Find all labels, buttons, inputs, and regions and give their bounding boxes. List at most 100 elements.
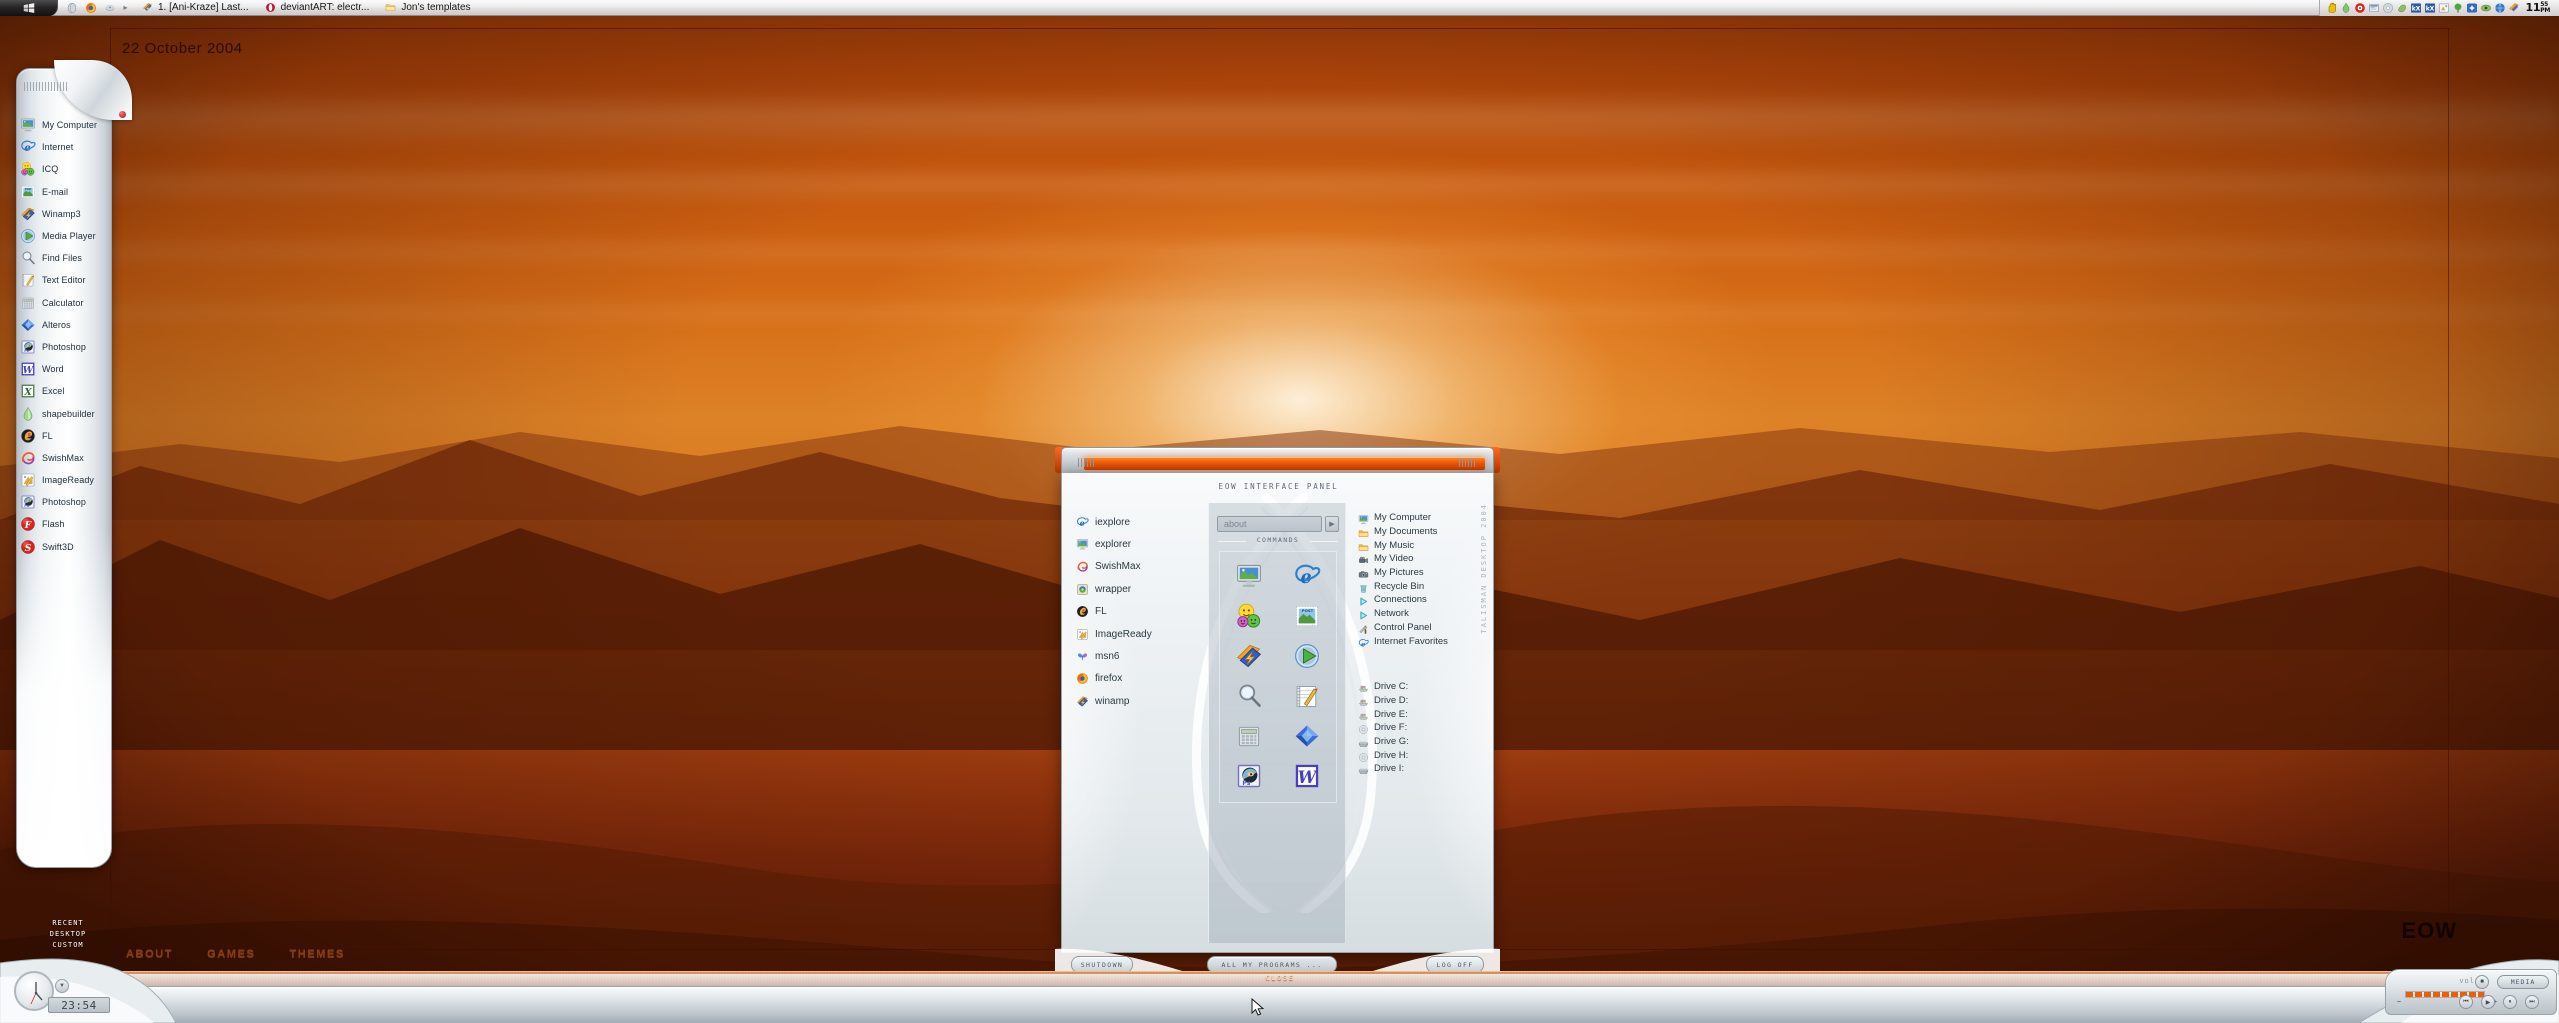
dock-item-winamp3[interactable]: Winamp3 — [20, 203, 104, 225]
command-icq-smileys-icon[interactable] — [1235, 602, 1263, 630]
dock-item-internet[interactable]: e Internet — [20, 136, 104, 158]
panel-drive-drivef[interactable]: Drive F: — [1358, 721, 1486, 735]
dock-item-text-editor[interactable]: Text Editor — [20, 269, 104, 291]
panel-drive-drivee[interactable]: Drive E: — [1358, 707, 1486, 721]
dock-item-find-files[interactable]: Find Files — [20, 247, 104, 269]
dock-footer-custom[interactable]: CUSTOM — [28, 940, 108, 951]
command-photoshop-icon[interactable]: Ps — [1235, 762, 1263, 790]
command-alteros-diamond-icon[interactable] — [1293, 722, 1321, 750]
panel-place-recycle-bin[interactable]: Recycle Bin — [1358, 579, 1486, 593]
command-ie-icon[interactable]: e — [1293, 562, 1321, 590]
dock-item-shapebuilder[interactable]: shapebuilder — [20, 402, 104, 424]
kx-mixer-icon[interactable]: kX — [2410, 2, 2422, 14]
command-word-icon[interactable]: W — [1293, 762, 1321, 790]
quick-launch-expander[interactable]: ▸ — [123, 3, 128, 12]
panel-app-msn6[interactable]: msn6 — [1076, 645, 1196, 667]
panel-app-swishmax[interactable]: SwishMax — [1076, 556, 1196, 578]
dock-item-swishmax[interactable]: SwishMax — [20, 447, 104, 469]
dock-item-photoshop[interactable]: Ps Photoshop — [20, 491, 104, 513]
volume-slider[interactable] — [2405, 991, 2485, 998]
flame-icon[interactable] — [2340, 2, 2352, 14]
media-stop-button[interactable]: ■ — [2475, 975, 2489, 989]
tree-icon[interactable] — [2452, 2, 2464, 14]
network-properties-icon[interactable] — [2368, 2, 2380, 14]
panel-drive-driveh[interactable]: Drive H: — [1358, 748, 1486, 762]
antivirus-icon[interactable] — [2466, 2, 2478, 14]
desktop-nav-themes[interactable]: THEMES — [289, 948, 344, 960]
panel-app-fl[interactable]: FL — [1076, 601, 1196, 623]
media-icon[interactable] — [104, 2, 116, 14]
panel-drive-drived[interactable]: Drive D: — [1358, 694, 1486, 708]
panel-app-firefox[interactable]: firefox — [1076, 668, 1196, 690]
close-panel-button[interactable]: CLOSE — [1215, 974, 1345, 982]
panel-app-imageready[interactable]: ImageReady — [1076, 623, 1196, 645]
hand-icon[interactable] — [2326, 2, 2338, 14]
panel-place-my-music[interactable]: My Music — [1358, 538, 1486, 552]
dock-item-word[interactable]: W Word — [20, 358, 104, 380]
panel-place-my-pictures[interactable]: My Pictures — [1358, 566, 1486, 580]
panel-place-my-video[interactable]: My Video — [1358, 552, 1486, 566]
dock-item-flash[interactable]: F Flash — [20, 513, 104, 535]
panel-app-wrapper[interactable]: wrapper — [1076, 578, 1196, 600]
panel-place-my-documents[interactable]: My Documents — [1358, 525, 1486, 539]
dock-footer-recent[interactable]: RECENT — [28, 918, 108, 929]
shell-icon[interactable] — [2396, 2, 2408, 14]
tray-clock[interactable]: 11 55 PM — [2522, 1, 2556, 14]
imageready-icon[interactable] — [2438, 2, 2450, 14]
start-button[interactable] — [0, 0, 58, 16]
panel-grip-right[interactable] — [1459, 458, 1477, 467]
dock-item-media-player[interactable]: Media Player — [20, 225, 104, 247]
volume-down-button[interactable]: − — [2397, 999, 2401, 1006]
dock-item-excel[interactable]: X Excel — [20, 380, 104, 402]
command-winamp-icon[interactable] — [1235, 642, 1263, 670]
panel-app-winamp[interactable]: winamp — [1076, 690, 1196, 712]
media-pause-button[interactable]: ⏸ — [2503, 995, 2517, 1009]
disc-icon[interactable] — [2382, 2, 2394, 14]
dock-item-photoshop[interactable]: Ps Photoshop — [20, 336, 104, 358]
taskbar-item-deviantart[interactable]: deviantART: electr... — [259, 0, 380, 16]
dock-item-imageready[interactable]: ImageReady — [20, 469, 104, 491]
command-media-player-icon[interactable] — [1293, 642, 1321, 670]
command-monitor-icon[interactable] — [1235, 562, 1263, 590]
media-play-button[interactable]: ▶ — [2481, 995, 2495, 1009]
panel-title-bar[interactable] — [1061, 447, 1494, 475]
media-label[interactable]: MEDIA — [2497, 975, 2549, 989]
panel-place-network[interactable]: Network — [1358, 607, 1486, 621]
dock-item-icq[interactable]: ICQ — [20, 158, 104, 180]
taskbar-item-templates[interactable]: Jon's templates — [379, 0, 480, 16]
panel-drive-driveg[interactable]: Drive G: — [1358, 735, 1486, 749]
panel-place-my-computer[interactable]: My Computer — [1358, 511, 1486, 525]
dock-item-calculator[interactable]: Calculator — [20, 292, 104, 314]
panel-grip-left[interactable] — [1078, 458, 1096, 467]
dock-footer-desktop[interactable]: DESKTOP — [28, 929, 108, 940]
dock-item-my-computer[interactable]: My Computer — [20, 114, 104, 136]
panel-place-connections[interactable]: Connections — [1358, 593, 1486, 607]
search-go-button[interactable]: ▶ — [1325, 516, 1339, 532]
command-stamp-icon[interactable]: POST — [1293, 602, 1321, 630]
daemon-tools-icon[interactable] — [2354, 2, 2366, 14]
eye-icon[interactable] — [2480, 2, 2492, 14]
panel-drive-drivec[interactable]: Drive C: — [1358, 680, 1486, 694]
search-input[interactable]: about — [1217, 516, 1322, 532]
show-desktop-icon[interactable] — [66, 2, 78, 14]
winamp-tray-icon[interactable] — [2508, 2, 2520, 14]
panel-drive-drivei[interactable]: Drive I: — [1358, 762, 1486, 776]
desktop-nav-games[interactable]: GAMES — [207, 948, 255, 960]
taskbar-item-winamp[interactable]: 1. [Ani-Kraze] Last... — [136, 0, 259, 16]
panel-app-iexplore[interactable]: e iexplore — [1076, 511, 1196, 533]
firefox-icon[interactable] — [85, 2, 97, 14]
dock-drag-grip[interactable] — [24, 82, 68, 91]
dock-item-alteros[interactable]: Alteros — [20, 314, 104, 336]
kx-mixer-2-icon[interactable]: kX — [2424, 2, 2436, 14]
panel-place-control-panel[interactable]: Control Panel — [1358, 621, 1486, 635]
panel-place-internet-favorites[interactable]: e Internet Favorites — [1358, 634, 1486, 648]
panel-app-explorer[interactable]: explorer — [1076, 533, 1196, 555]
dock-item-swift3d[interactable]: S Swift3D — [20, 536, 104, 558]
command-calculator-icon[interactable] — [1235, 722, 1263, 750]
dock-item-e-mail[interactable]: POST E-mail — [20, 181, 104, 203]
dock-item-fl[interactable]: FL — [20, 425, 104, 447]
search-globe-icon[interactable] — [2494, 2, 2506, 14]
media-next-button[interactable]: ⏭ — [2525, 995, 2539, 1009]
command-magnifier-icon[interactable] — [1235, 682, 1263, 710]
command-notepad-icon[interactable] — [1293, 682, 1321, 710]
